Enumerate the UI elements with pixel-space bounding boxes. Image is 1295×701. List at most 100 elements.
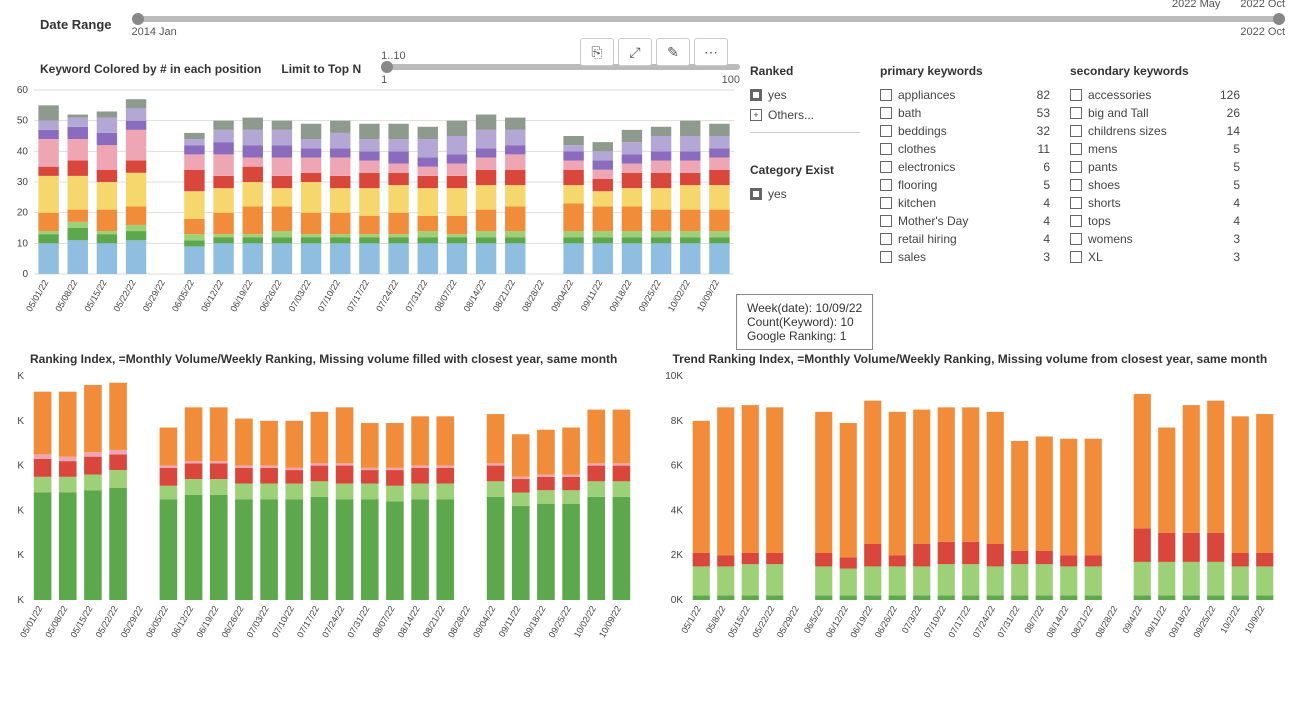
bar-segment[interactable] — [386, 501, 404, 600]
bar-segment[interactable] — [411, 484, 429, 500]
bar-segment[interactable] — [272, 157, 292, 175]
secondary-item[interactable]: big and Tall26 — [1070, 104, 1240, 122]
bar-segment[interactable] — [1256, 566, 1273, 595]
bar-segment[interactable] — [622, 231, 642, 237]
bar-segment[interactable] — [505, 231, 525, 237]
bar-segment[interactable] — [1207, 401, 1224, 533]
bar-segment[interactable] — [109, 470, 127, 488]
bar-segment[interactable] — [184, 170, 204, 191]
bar-segment[interactable] — [622, 164, 642, 173]
bar-segment[interactable] — [243, 234, 263, 237]
bar-segment[interactable] — [330, 176, 350, 188]
bar-segment[interactable] — [311, 463, 329, 465]
slider-track[interactable] — [132, 16, 1285, 22]
secondary-item[interactable]: XL3 — [1070, 248, 1240, 266]
bar-segment[interactable] — [587, 463, 605, 465]
bar-segment[interactable] — [68, 115, 88, 118]
bar-segment[interactable] — [622, 154, 642, 163]
bar-segment[interactable] — [260, 499, 278, 600]
bar-segment[interactable] — [418, 237, 438, 243]
bar-segment[interactable] — [1035, 564, 1052, 595]
bar-segment[interactable] — [38, 121, 58, 130]
bar-segment[interactable] — [272, 121, 292, 130]
bar-segment[interactable] — [537, 477, 555, 490]
bar-segment[interactable] — [1084, 439, 1101, 555]
bar-segment[interactable] — [1256, 414, 1273, 553]
secondary-item[interactable]: shorts4 — [1070, 194, 1240, 212]
bar-segment[interactable] — [587, 410, 605, 464]
bar-segment[interactable] — [243, 167, 263, 182]
bar-segment[interactable] — [1060, 566, 1077, 595]
bar-segment[interactable] — [235, 466, 253, 468]
bar-segment[interactable] — [505, 237, 525, 243]
bar-segment[interactable] — [680, 237, 700, 243]
bar-segment[interactable] — [593, 191, 613, 206]
bar-segment[interactable] — [651, 127, 671, 136]
bar-segment[interactable] — [109, 488, 127, 600]
bar-segment[interactable] — [285, 470, 303, 483]
bar-segment[interactable] — [888, 412, 905, 555]
ranked-others[interactable]: + Others... — [750, 106, 860, 124]
bar-segment[interactable] — [613, 410, 631, 464]
bar-segment[interactable] — [68, 118, 88, 127]
bar-segment[interactable] — [1133, 528, 1150, 562]
bar-segment[interactable] — [361, 468, 379, 470]
bar-segment[interactable] — [418, 216, 438, 231]
bar-segment[interactable] — [651, 210, 671, 231]
bar-segment[interactable] — [330, 188, 350, 213]
bar-segment[interactable] — [717, 566, 734, 595]
bar-segment[interactable] — [962, 407, 979, 541]
bar-segment[interactable] — [418, 127, 438, 139]
bar-segment[interactable] — [839, 423, 856, 557]
bar-segment[interactable] — [84, 457, 102, 475]
bar-segment[interactable] — [272, 231, 292, 237]
bar-segment[interactable] — [359, 188, 379, 216]
bar-segment[interactable] — [651, 237, 671, 243]
bar-segment[interactable] — [285, 499, 303, 600]
bar-segment[interactable] — [97, 231, 117, 234]
bar-segment[interactable] — [587, 481, 605, 497]
bar-segment[interactable] — [388, 213, 408, 234]
bar-segment[interactable] — [593, 237, 613, 243]
bar-segment[interactable] — [213, 130, 233, 142]
bar-segment[interactable] — [766, 407, 783, 553]
bar-segment[interactable] — [260, 466, 278, 468]
bar-segment[interactable] — [109, 383, 127, 450]
bar-segment[interactable] — [680, 185, 700, 210]
bar-segment[interactable] — [587, 497, 605, 600]
bar-segment[interactable] — [622, 188, 642, 206]
bar-segment[interactable] — [593, 231, 613, 237]
bar-segment[interactable] — [126, 207, 146, 225]
bar-segment[interactable] — [38, 139, 58, 167]
bar-segment[interactable] — [359, 243, 379, 274]
bar-segment[interactable] — [301, 213, 321, 234]
bar-segment[interactable] — [741, 405, 758, 553]
bar-segment[interactable] — [243, 243, 263, 274]
bar-segment[interactable] — [937, 564, 954, 595]
bar-segment[interactable] — [359, 237, 379, 243]
bar-segment[interactable] — [97, 243, 117, 274]
bar-segment[interactable] — [692, 553, 709, 566]
bar-segment[interactable] — [562, 475, 580, 477]
bar-segment[interactable] — [34, 454, 52, 458]
bar-segment[interactable] — [680, 161, 700, 173]
bar-segment[interactable] — [235, 484, 253, 500]
bar-segment[interactable] — [235, 419, 253, 466]
bar-segment[interactable] — [84, 490, 102, 600]
bar-segment[interactable] — [651, 151, 671, 160]
bar-segment[interactable] — [1084, 566, 1101, 595]
bar-segment[interactable] — [563, 161, 583, 170]
bar-segment[interactable] — [741, 596, 758, 600]
secondary-item[interactable]: shoes5 — [1070, 176, 1240, 194]
bar-segment[interactable] — [38, 234, 58, 243]
bar-segment[interactable] — [68, 127, 88, 139]
bar-segment[interactable] — [418, 167, 438, 176]
bar-segment[interactable] — [272, 237, 292, 243]
primary-item[interactable]: beddings32 — [880, 122, 1050, 140]
bar-segment[interactable] — [815, 566, 832, 595]
bar-segment[interactable] — [505, 185, 525, 206]
bar-segment[interactable] — [709, 243, 729, 274]
bar-segment[interactable] — [888, 596, 905, 600]
bar-segment[interactable] — [537, 430, 555, 475]
bar-segment[interactable] — [243, 157, 263, 166]
